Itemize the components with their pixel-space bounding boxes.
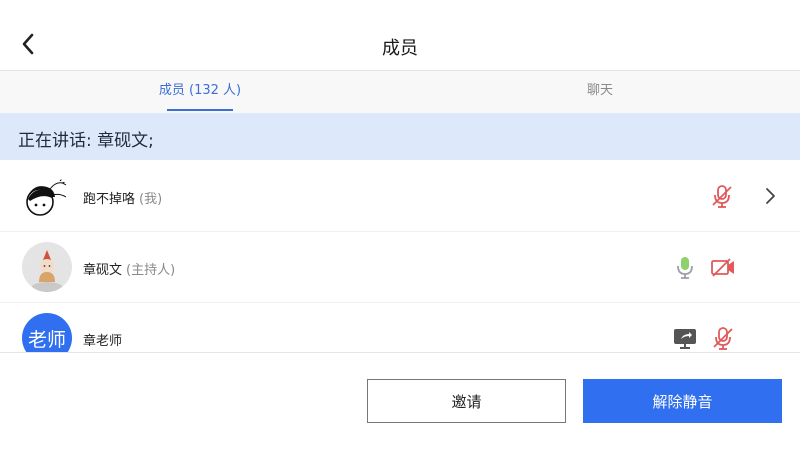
speaking-text: 正在讲话: 章砚文;	[18, 131, 154, 151]
chevron-right-icon[interactable]	[758, 183, 784, 209]
member-row-host[interactable]: 章砚文 (主持人)	[0, 232, 800, 303]
page-title: 成员	[382, 38, 418, 59]
action-bar: 邀请 解除静音	[0, 352, 800, 451]
member-name: 章老师	[83, 330, 126, 349]
tab-bar: 成员 (132 人) 聊天	[0, 71, 800, 113]
avatar-text: 老师	[27, 328, 66, 351]
avatar	[22, 242, 72, 292]
member-name-text: 章砚文	[83, 263, 123, 278]
member-name-text: 跑不掉咯	[83, 192, 136, 207]
mic-muted-icon[interactable]	[709, 183, 735, 209]
unmute-button[interactable]: 解除静音	[583, 379, 782, 423]
tab-chat[interactable]: 聊天	[400, 71, 800, 113]
member-name: 章砚文 (主持人)	[83, 259, 175, 278]
member-name-text: 章老师	[83, 334, 123, 349]
speaking-banner: 正在讲话: 章砚文;	[0, 113, 800, 160]
camera-off-icon[interactable]	[710, 254, 736, 280]
member-role: (主持人)	[126, 263, 176, 278]
mic-active-icon[interactable]	[672, 254, 698, 280]
active-tab-indicator	[167, 109, 233, 111]
invite-button[interactable]: 邀请	[367, 379, 566, 423]
avatar	[22, 175, 72, 225]
mic-muted-icon[interactable]	[710, 325, 736, 351]
member-role: (我)	[139, 192, 163, 207]
screen-share-icon[interactable]	[672, 325, 698, 351]
tab-members[interactable]: 成员 (132 人)	[0, 71, 400, 113]
member-row-self[interactable]: 跑不掉咯 (我)	[0, 161, 800, 232]
top-bar: 成员	[0, 0, 800, 71]
member-name: 跑不掉咯 (我)	[83, 188, 162, 207]
